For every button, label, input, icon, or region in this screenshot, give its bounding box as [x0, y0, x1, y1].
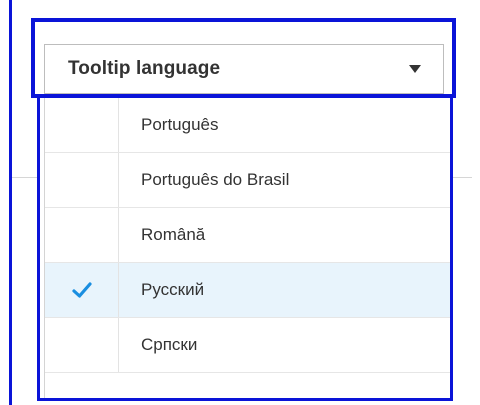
menu-item-label: Português — [141, 115, 219, 134]
check-column — [45, 318, 119, 372]
select-label: Tooltip language — [68, 58, 221, 79]
menu-item-portugues-do-brasil[interactable]: Português do Brasil — [45, 153, 450, 208]
dropdown-menu-list: Português Português do Brasil Română Рус… — [44, 98, 450, 398]
page: Tooltip language Português Português do … — [0, 0, 480, 405]
menu-item-portugues[interactable]: Português — [45, 98, 450, 153]
menu-item-label: Română — [141, 225, 206, 244]
check-column — [45, 153, 119, 207]
menu-item-label: Српски — [141, 335, 198, 354]
menu-item-romana[interactable]: Română — [45, 208, 450, 263]
dropdown-highlight-frame: Tooltip language — [31, 18, 456, 98]
check-column — [45, 98, 119, 152]
dropdown-menu: Português Português do Brasil Română Рус… — [37, 98, 453, 401]
menu-item-russkiy[interactable]: Русский — [45, 263, 450, 318]
left-border-line — [9, 0, 12, 405]
chevron-down-icon[interactable] — [409, 65, 421, 73]
check-column — [45, 263, 119, 317]
check-column — [45, 208, 119, 262]
menu-item-label: Русский — [141, 280, 205, 299]
tooltip-language-select[interactable]: Tooltip language — [44, 44, 444, 94]
menu-item-label: Português do Brasil — [141, 170, 290, 189]
checkmark-icon — [71, 282, 92, 298]
menu-item-srpski[interactable]: Српски — [45, 318, 450, 373]
